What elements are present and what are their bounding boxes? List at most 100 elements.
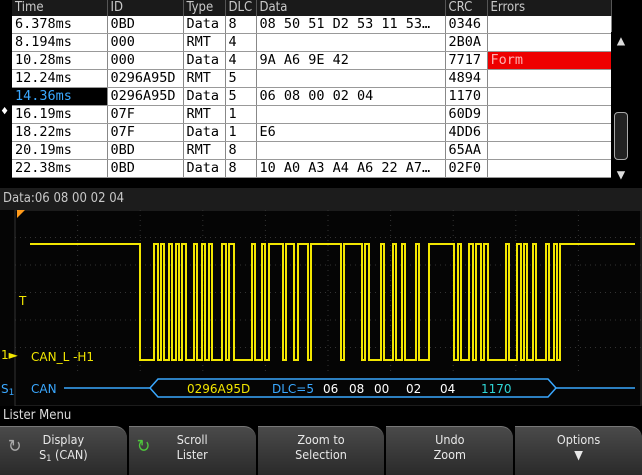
column-header-dlc: DLC: [225, 0, 257, 16]
decode-byte-0: 06: [323, 382, 339, 396]
cell-type: RMT: [183, 141, 226, 160]
channel1-marker[interactable]: 1►: [1, 348, 18, 362]
waveform-svg: [14, 210, 642, 406]
undo-zoom-softkey[interactable]: Undo Zoom: [386, 426, 514, 475]
cell-time: 12.24ms: [12, 69, 108, 88]
cell-id: 000: [107, 33, 184, 52]
cell-dlc: 8: [225, 159, 257, 178]
cell-dlc: 8: [225, 16, 257, 34]
lister-table: Time ID Type DLC Data CRC Errors 6.378ms…: [12, 0, 612, 178]
trigger-level-marker[interactable]: T: [19, 294, 26, 308]
decode-byte-1: 08: [349, 382, 365, 396]
cell-dlc: 5: [225, 87, 257, 106]
cell-id: 0BD: [107, 16, 184, 34]
cell-type: Data: [183, 159, 226, 178]
column-header-data: Data: [256, 0, 446, 16]
cell-errors: [487, 33, 612, 52]
can-signal-trace: [30, 243, 635, 361]
cell-errors: [487, 141, 612, 160]
cell-type: RMT: [183, 69, 226, 88]
table-row[interactable]: 10.28ms 000 Data 4 9A A6 9E 42 7717 Form: [12, 51, 612, 70]
selected-frame-data-line: Data:06 08 00 02 04: [0, 188, 642, 210]
scroll-down-arrow-icon[interactable]: ▼: [611, 166, 631, 184]
cell-dlc: 4: [225, 51, 257, 70]
cell-crc: 65AA: [445, 141, 488, 160]
menu-title: Lister Menu: [0, 406, 642, 426]
softkey-bus-name: (CAN): [51, 447, 88, 462]
cell-crc: 4DD6: [445, 123, 488, 142]
cell-data: 9A A6 9E 42: [256, 51, 446, 70]
table-row[interactable]: 16.19ms 07F RMT 1 60D9: [12, 105, 612, 124]
table-row[interactable]: 18.22ms 07F Data 1 E6 4DD6: [12, 123, 612, 142]
cell-type: RMT: [183, 33, 226, 52]
softkey-label-line1: Options: [556, 432, 601, 447]
cell-errors-form: Form: [487, 51, 612, 70]
bus-prefix: S: [1, 382, 9, 396]
decode-byte-2: 00: [374, 382, 390, 396]
cell-id: 07F: [107, 105, 184, 124]
cell-errors: [487, 123, 612, 142]
decode-byte-3: 02: [406, 382, 422, 396]
scroll-thumb[interactable]: [614, 112, 628, 160]
cell-time: 20.19ms: [12, 141, 108, 160]
cell-errors: [487, 105, 612, 124]
softkey-label-line1: Undo: [435, 432, 465, 447]
cell-time: 8.194ms: [12, 33, 108, 52]
cell-errors: [487, 159, 612, 178]
cycle-icon: ↻: [8, 436, 22, 457]
column-header-time: Time: [12, 0, 108, 16]
cell-data: [256, 141, 446, 160]
cell-data: [256, 105, 446, 124]
scope-frame: [14, 210, 642, 406]
cell-dlc: 8: [225, 141, 257, 160]
cell-crc: 02F0: [445, 159, 488, 178]
cell-id: 0BD: [107, 141, 184, 160]
table-row[interactable]: 22.38ms 0BD Data 8 10 A0 A3 A4 A6 22 A7……: [12, 159, 612, 178]
options-softkey[interactable]: Options ▼: [515, 426, 642, 475]
waveform-display[interactable]: T 1► CAN_L -H1 S1 CAN 0296A95D DLC=5 06 …: [0, 210, 642, 406]
cell-time: 10.28ms: [12, 51, 108, 70]
display-bus-softkey[interactable]: ↻ Display S1 (CAN): [0, 426, 127, 475]
cell-data: 10 A0 A3 A4 A6 22 A7…: [256, 159, 446, 178]
lister-panel: ♦ Time ID Type DLC Data CRC Errors 6.378…: [0, 0, 642, 188]
cell-type: RMT: [183, 105, 226, 124]
cell-time: 16.19ms: [12, 105, 108, 124]
column-header-errors: Errors: [487, 0, 612, 16]
cell-data: E6: [256, 123, 446, 142]
channel1-name: CAN_L -H1: [31, 350, 95, 364]
cell-crc: 60D9: [445, 105, 488, 124]
cell-time: 18.22ms: [12, 123, 108, 142]
bus-name: CAN: [31, 382, 57, 396]
cell-errors: [487, 69, 612, 88]
table-row-selected[interactable]: 14.36ms 0296A95D Data 5 06 08 00 02 04 1…: [12, 87, 612, 106]
down-arrow-icon: ▼: [574, 447, 583, 462]
table-header-row: Time ID Type DLC Data CRC Errors: [12, 0, 612, 16]
cell-id: 0296A95D: [107, 69, 184, 88]
scroll-lister-softkey[interactable]: ↻ Scroll Lister: [128, 426, 256, 475]
cell-crc: 7717: [445, 51, 488, 70]
cell-dlc: 1: [225, 123, 257, 142]
table-row[interactable]: 12.24ms 0296A95D RMT 5 4894: [12, 69, 612, 88]
cell-errors: [487, 87, 612, 106]
decode-dlc: DLC=5: [272, 382, 314, 396]
zoom-to-selection-softkey[interactable]: Zoom to Selection: [257, 426, 385, 475]
scroll-up-arrow-icon[interactable]: ▲: [611, 32, 631, 50]
cell-time: 6.378ms: [12, 16, 108, 34]
cell-crc: 1170: [445, 87, 488, 106]
column-header-type: Type: [183, 0, 226, 16]
cell-dlc: 4: [225, 33, 257, 52]
lister-scrollbar[interactable]: ▲ ▼: [611, 32, 631, 184]
cell-time: 22.38ms: [12, 159, 108, 178]
bus-marker[interactable]: S1: [1, 382, 14, 398]
cell-id: 0BD: [107, 159, 184, 178]
table-row[interactable]: 20.19ms 0BD RMT 8 65AA: [12, 141, 612, 160]
cell-errors: [487, 16, 612, 34]
cell-dlc: 1: [225, 105, 257, 124]
cell-type: Data: [183, 16, 226, 34]
table-row[interactable]: 6.378ms 0BD Data 8 08 50 51 D2 53 11 53……: [12, 16, 612, 34]
cell-data: 08 50 51 D2 53 11 53…: [256, 16, 446, 34]
channel1-number: 1: [1, 348, 9, 362]
cell-data: [256, 69, 446, 88]
table-row[interactable]: 8.194ms 000 RMT 4 2B0A: [12, 33, 612, 52]
cell-crc: 0346: [445, 16, 488, 34]
